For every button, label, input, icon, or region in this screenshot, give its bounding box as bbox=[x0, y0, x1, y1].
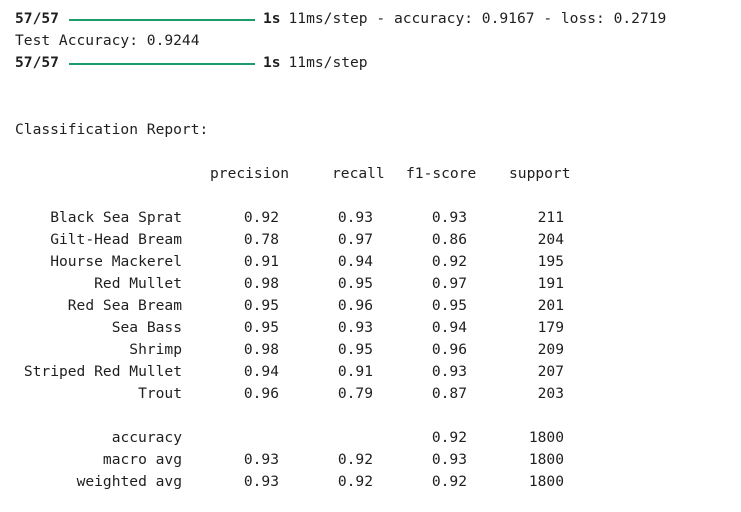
precision-value: 0.93 bbox=[243, 451, 279, 468]
f1-score-value: 0.87 bbox=[431, 385, 467, 402]
f1-score-value: 0.86 bbox=[431, 231, 467, 248]
report-class-row: Striped Red Mullet 0.94 0.91 0.93 207 bbox=[15, 361, 735, 383]
report-title-text: Classification Report: bbox=[15, 121, 209, 138]
report-class-row: Gilt-Head Bream 0.78 0.97 0.86 204 bbox=[15, 229, 735, 251]
header-support: support bbox=[509, 165, 571, 182]
f1-score-value: 0.93 bbox=[431, 451, 467, 468]
row-label: Black Sea Sprat bbox=[50, 209, 182, 226]
support-value: 201 bbox=[537, 297, 564, 314]
recall-value: 0.96 bbox=[337, 297, 373, 314]
summary-rows: accuracy 0.92 1800 macro avg 0.93 0.92 0.93 180… bbox=[15, 427, 735, 493]
header-recall: recall bbox=[332, 165, 385, 182]
precision-value: 0.93 bbox=[243, 473, 279, 490]
f1-score-value: 0.92 bbox=[431, 473, 467, 490]
precision-value: 0.96 bbox=[243, 385, 279, 402]
prediction-log-line: 57/57 1s 11ms/step bbox=[15, 52, 735, 74]
f1-score-value: 0.96 bbox=[431, 341, 467, 358]
row-label: macro avg bbox=[102, 451, 182, 468]
support-value: 195 bbox=[537, 253, 564, 270]
recall-value: 0.93 bbox=[337, 209, 373, 226]
metrics-text: 11ms/step - accuracy: 0.9167 - loss: 0.2… bbox=[288, 10, 667, 27]
test-accuracy-text: Test Accuracy: 0.9244 bbox=[15, 32, 200, 49]
row-label: Striped Red Mullet bbox=[23, 363, 182, 380]
support-value: 209 bbox=[537, 341, 564, 358]
class-rows: Black Sea Sprat 0.92 0.93 0.93 211 Gilt-Head … bbox=[15, 207, 735, 405]
f1-score-value: 0.92 bbox=[431, 253, 467, 270]
row-label: Hourse Mackerel bbox=[50, 253, 182, 270]
row-label: Sea Bass bbox=[111, 319, 182, 336]
header-f1-score: f1-score bbox=[406, 165, 477, 182]
recall-value: 0.79 bbox=[337, 385, 373, 402]
recall-value: 0.95 bbox=[337, 275, 373, 292]
recall-value: 0.97 bbox=[337, 231, 373, 248]
training-log-line: 57/57 1s 11ms/step - accuracy: 0.9167 - l… bbox=[15, 8, 735, 30]
row-label: Red Mullet bbox=[94, 275, 182, 292]
recall-value: 0.92 bbox=[337, 473, 373, 490]
report-summary-row: accuracy 0.92 1800 bbox=[15, 427, 735, 449]
f1-score-value: 0.95 bbox=[431, 297, 467, 314]
precision-value: 0.78 bbox=[243, 231, 279, 248]
support-value: 211 bbox=[537, 209, 564, 226]
progress-bar bbox=[68, 19, 255, 21]
support-value: 191 bbox=[537, 275, 564, 292]
recall-value: 0.95 bbox=[337, 341, 373, 358]
support-value: 207 bbox=[537, 363, 564, 380]
step-time-text: 11ms/step bbox=[288, 54, 368, 71]
precision-value: 0.92 bbox=[243, 209, 279, 226]
report-header-row: precision recall f1-score support bbox=[15, 163, 735, 185]
recall-value: 0.92 bbox=[337, 451, 373, 468]
support-value: 1800 bbox=[528, 473, 564, 490]
support-value: 1800 bbox=[528, 451, 564, 468]
report-class-row: Shrimp 0.98 0.95 0.96 209 bbox=[15, 339, 735, 361]
row-label: weighted avg bbox=[76, 473, 182, 490]
f1-score-value: 0.93 bbox=[431, 209, 467, 226]
f1-score-value: 0.92 bbox=[431, 429, 467, 446]
support-value: 203 bbox=[537, 385, 564, 402]
report-class-row: Sea Bass 0.95 0.93 0.94 179 bbox=[15, 317, 735, 339]
precision-value: 0.95 bbox=[243, 297, 279, 314]
step-progress-count: 57/57 bbox=[15, 10, 59, 27]
test-accuracy-line: Test Accuracy: 0.9244 bbox=[15, 30, 735, 52]
report-class-row: Red Mullet 0.98 0.95 0.97 191 bbox=[15, 273, 735, 295]
precision-value: 0.95 bbox=[243, 319, 279, 336]
f1-score-value: 0.94 bbox=[431, 319, 467, 336]
report-summary-row: weighted avg 0.93 0.92 0.92 1800 bbox=[15, 471, 735, 493]
report-class-row: Red Sea Bream 0.95 0.96 0.95 201 bbox=[15, 295, 735, 317]
row-label: Red Sea Bream bbox=[67, 297, 182, 314]
support-value: 179 bbox=[537, 319, 564, 336]
f1-score-value: 0.97 bbox=[431, 275, 467, 292]
precision-value: 0.94 bbox=[243, 363, 279, 380]
support-value: 1800 bbox=[528, 429, 564, 446]
progress-bar bbox=[68, 63, 255, 65]
support-value: 204 bbox=[537, 231, 564, 248]
header-precision: precision bbox=[210, 165, 290, 182]
row-label: accuracy bbox=[111, 429, 182, 446]
f1-score-value: 0.93 bbox=[431, 363, 467, 380]
notebook-cell-output: 57/57 1s 11ms/step - accuracy: 0.9167 - l… bbox=[15, 8, 735, 493]
row-label: Shrimp bbox=[129, 341, 182, 358]
precision-value: 0.98 bbox=[243, 341, 279, 358]
report-class-row: Black Sea Sprat 0.92 0.93 0.93 211 bbox=[15, 207, 735, 229]
precision-value: 0.91 bbox=[243, 253, 279, 270]
report-class-row: Trout 0.96 0.79 0.87 203 bbox=[15, 383, 735, 405]
row-label: Gilt-Head Bream bbox=[50, 231, 182, 248]
report-summary-row: macro avg 0.93 0.92 0.93 1800 bbox=[15, 449, 735, 471]
row-label: Trout bbox=[138, 385, 182, 402]
recall-value: 0.94 bbox=[337, 253, 373, 270]
report-title: Classification Report: bbox=[15, 119, 735, 141]
elapsed-time: 1s bbox=[262, 10, 281, 27]
recall-value: 0.91 bbox=[337, 363, 373, 380]
step-progress-count: 57/57 bbox=[15, 54, 59, 71]
recall-value: 0.93 bbox=[337, 319, 373, 336]
precision-value: 0.98 bbox=[243, 275, 279, 292]
elapsed-time: 1s bbox=[262, 54, 281, 71]
report-class-row: Hourse Mackerel 0.91 0.94 0.92 195 bbox=[15, 251, 735, 273]
